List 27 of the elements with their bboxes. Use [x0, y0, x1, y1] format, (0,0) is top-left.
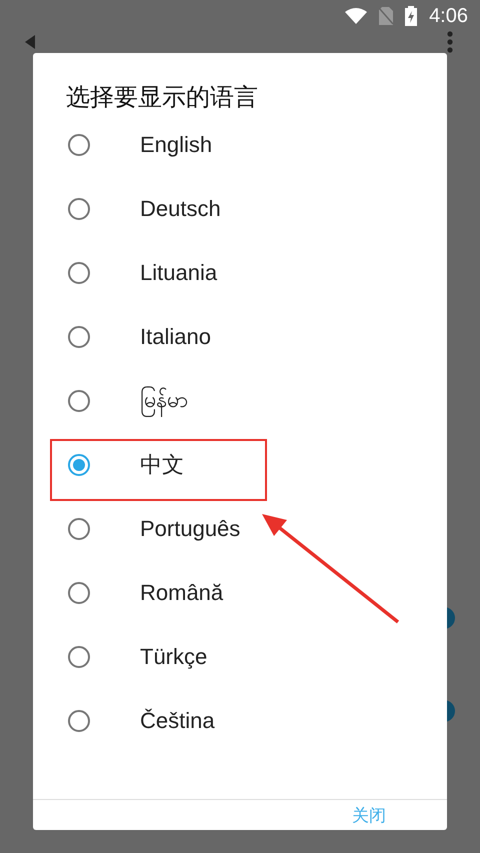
radio-button[interactable]: [68, 262, 90, 284]
language-option[interactable]: Português: [140, 516, 240, 542]
radio-button[interactable]: [68, 134, 90, 156]
radio-button[interactable]: [68, 390, 90, 412]
language-option[interactable]: English: [140, 132, 212, 158]
radio-button[interactable]: [68, 326, 90, 348]
language-option[interactable]: Deutsch: [140, 196, 221, 222]
dialog-title: 选择要显示的语言: [65, 83, 259, 113]
radio-button[interactable]: [68, 454, 90, 476]
no-sim-icon: [379, 7, 394, 25]
language-option[interactable]: 中文: [140, 450, 184, 480]
language-option[interactable]: မြန်မာ: [140, 384, 188, 418]
clock-time: 4:06: [429, 4, 468, 28]
language-option[interactable]: Türkçe: [140, 644, 208, 670]
radio-button[interactable]: [68, 582, 90, 604]
more-menu-icon[interactable]: [447, 31, 453, 53]
language-option[interactable]: Lituania: [140, 260, 218, 286]
back-arrow-icon[interactable]: [25, 35, 35, 49]
wifi-icon: [345, 8, 368, 24]
language-option[interactable]: Čeština: [140, 708, 215, 734]
language-option[interactable]: Română: [140, 580, 224, 606]
battery-charging-icon: [405, 6, 418, 26]
radio-button[interactable]: [68, 198, 90, 220]
radio-button[interactable]: [68, 710, 90, 732]
radio-button[interactable]: [68, 518, 90, 540]
radio-button[interactable]: [68, 646, 90, 668]
language-option[interactable]: Italiano: [140, 324, 211, 350]
